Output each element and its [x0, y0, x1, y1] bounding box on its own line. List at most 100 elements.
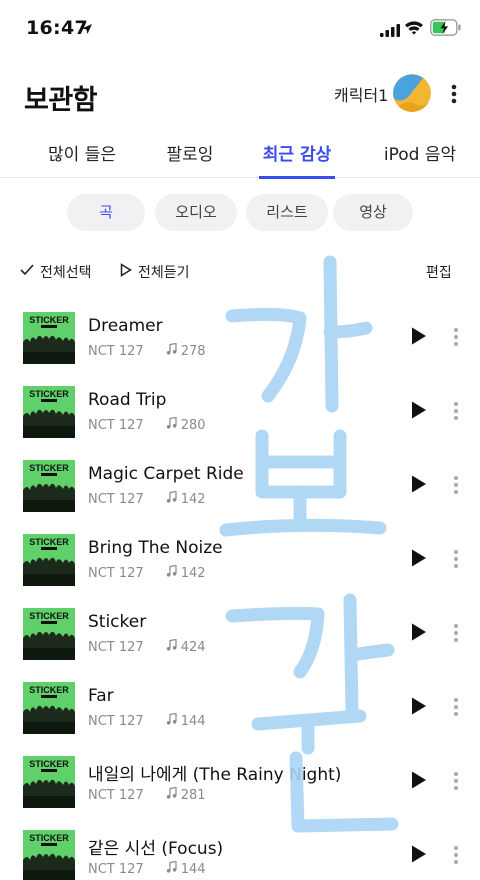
cellular-signal-icon	[380, 22, 400, 41]
play-icon[interactable]	[410, 400, 428, 424]
song-title: Bring The Noize	[88, 538, 223, 558]
album-art: STICKER	[23, 830, 75, 880]
filter-chip-video[interactable]: 영상	[333, 194, 413, 231]
music-note-icon	[166, 490, 177, 507]
filter-chip-audio[interactable]: 오디오	[155, 194, 237, 231]
play-icon[interactable]	[410, 474, 428, 498]
song-title: Magic Carpet Ride	[88, 464, 244, 484]
more-vert-icon[interactable]	[450, 546, 462, 572]
album-art-text: STICKER	[29, 315, 69, 325]
more-vert-icon[interactable]	[446, 80, 462, 108]
album-art: STICKER	[23, 460, 75, 512]
song-meta: NCT 127 144	[88, 860, 206, 877]
play-outline-icon	[120, 263, 132, 281]
play-icon[interactable]	[410, 696, 428, 720]
tab-recent[interactable]: 최근 감상	[259, 140, 335, 179]
play-icon[interactable]	[410, 326, 428, 350]
play-count: 278	[180, 343, 206, 359]
play-count: 142	[180, 565, 206, 581]
more-vert-icon[interactable]	[450, 620, 462, 646]
check-icon	[20, 264, 34, 280]
edit-button[interactable]: 편집	[426, 262, 452, 282]
music-note-icon	[166, 712, 177, 729]
more-vert-icon[interactable]	[450, 768, 462, 794]
music-note-icon	[166, 416, 177, 433]
song-title: Sticker	[88, 612, 147, 632]
filter-chip-list[interactable]: 리스트	[246, 194, 328, 231]
album-art-text: STICKER	[29, 611, 69, 621]
play-all-label: 전체듣기	[138, 265, 190, 281]
song-title: Dreamer	[88, 316, 163, 336]
song-meta: NCT 127 280	[88, 416, 206, 433]
more-vert-icon[interactable]	[450, 842, 462, 868]
album-art: STICKER	[23, 756, 75, 808]
play-count: 144	[180, 861, 206, 877]
song-artist: NCT 127	[88, 343, 144, 359]
song-meta: NCT 127 144	[88, 712, 206, 729]
library-header: 보관함 캐릭터1	[0, 58, 480, 130]
song-title: Far	[88, 686, 114, 706]
album-art: STICKER	[23, 682, 75, 734]
song-row[interactable]: STICKER Road Trip NCT 127 280	[0, 374, 480, 448]
select-all-label: 전체선택	[40, 265, 92, 281]
filter-chips: 곡 오디오 리스트 영상	[0, 194, 480, 232]
more-vert-icon[interactable]	[450, 472, 462, 498]
tab-label: 최근 감상	[262, 145, 332, 165]
tab-label: 많이 들은	[48, 145, 116, 165]
music-note-icon	[166, 564, 177, 581]
song-row[interactable]: STICKER Far NCT 127 144	[0, 670, 480, 744]
play-count: 142	[180, 491, 206, 507]
play-icon[interactable]	[410, 622, 428, 646]
song-meta: NCT 127 142	[88, 564, 206, 581]
play-count: 280	[180, 417, 206, 433]
song-row[interactable]: STICKER Bring The Noize NCT 127 142	[0, 522, 480, 596]
song-row[interactable]: STICKER Dreamer NCT 127 278	[0, 300, 480, 374]
status-bar: 16:47	[0, 0, 480, 58]
active-tab-indicator	[259, 176, 335, 179]
album-art: STICKER	[23, 312, 75, 364]
more-vert-icon[interactable]	[450, 324, 462, 350]
more-vert-icon[interactable]	[450, 694, 462, 720]
song-artist: NCT 127	[88, 787, 144, 803]
tab-following[interactable]: 팔로잉	[160, 140, 220, 178]
song-artist: NCT 127	[88, 861, 144, 877]
music-note-icon	[166, 638, 177, 655]
tab-most-played[interactable]: 많이 들은	[44, 140, 120, 178]
album-art-text: STICKER	[29, 537, 69, 547]
play-icon[interactable]	[410, 844, 428, 868]
play-icon[interactable]	[410, 548, 428, 572]
character-name[interactable]: 캐릭터1	[334, 82, 388, 106]
album-art: STICKER	[23, 386, 75, 438]
play-count: 144	[180, 713, 206, 729]
song-row[interactable]: STICKER Magic Carpet Ride NCT 127 142	[0, 448, 480, 522]
character-avatar[interactable]	[393, 74, 431, 112]
tab-label: iPod 음악	[383, 145, 457, 165]
song-artist: NCT 127	[88, 565, 144, 581]
play-all-button[interactable]: 전체듣기	[120, 262, 190, 282]
song-meta: NCT 127 142	[88, 490, 206, 507]
album-art-text: STICKER	[29, 463, 69, 473]
song-artist: NCT 127	[88, 417, 144, 433]
music-note-icon	[166, 860, 177, 877]
filter-chip-song[interactable]: 곡	[67, 194, 145, 231]
album-art-text: STICKER	[29, 759, 69, 769]
song-meta: NCT 127 278	[88, 342, 206, 359]
song-meta: NCT 127 424	[88, 638, 206, 655]
song-title: Road Trip	[88, 390, 167, 410]
play-icon[interactable]	[410, 770, 428, 794]
album-art-text: STICKER	[29, 685, 69, 695]
tab-ipod-music[interactable]: iPod 음악	[380, 140, 460, 178]
library-tabs: 많이 들은 팔로잉 최근 감상 iPod 음악	[0, 130, 480, 179]
album-art-text: STICKER	[29, 833, 69, 843]
more-vert-icon[interactable]	[450, 398, 462, 424]
album-art: STICKER	[23, 534, 75, 586]
select-all-button[interactable]: 전체선택	[20, 262, 92, 282]
list-actions: 전체선택 전체듣기 편집	[0, 258, 480, 288]
song-row[interactable]: STICKER 내일의 나에게 (The Rainy Night) NCT 12…	[0, 744, 480, 818]
location-arrow-icon	[81, 20, 93, 39]
song-meta: NCT 127 281	[88, 786, 206, 803]
song-row[interactable]: STICKER 같은 시선 (Focus) NCT 127 144	[0, 818, 480, 880]
wifi-icon	[404, 20, 424, 39]
song-artist: NCT 127	[88, 639, 144, 655]
song-row[interactable]: STICKER Sticker NCT 127 424	[0, 596, 480, 670]
